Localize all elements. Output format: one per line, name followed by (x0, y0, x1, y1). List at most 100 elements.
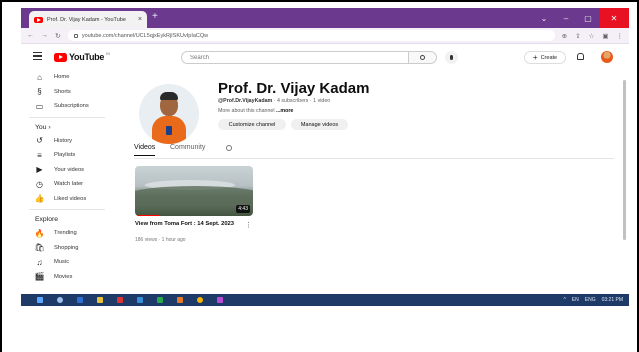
about-more-link[interactable]: ...more (276, 108, 293, 114)
channel-about-text: More about this channel (218, 108, 277, 114)
sidebar-item-shorts[interactable]: § Shorts (21, 85, 113, 100)
customize-channel-button[interactable]: Customize channel (218, 119, 286, 130)
clock[interactable]: 03:21 PM (602, 297, 623, 303)
sidebar-item-label: History (54, 137, 73, 144)
youtube-favicon-icon (34, 16, 43, 23)
watch-progress-bar (135, 214, 159, 216)
sidebar-item-your-videos[interactable]: ▶ Your videos (21, 163, 113, 178)
hamburger-menu-icon[interactable] (33, 52, 42, 62)
youtube-header: YouTube IN + Create (21, 44, 629, 70)
channel-tabs: Videos Community (134, 143, 614, 159)
tab-videos[interactable]: Videos (134, 144, 156, 156)
browser-tab-strip: Prof. Dr. Vijay Kadam - YouTube × + ⌄ – … (21, 8, 629, 28)
powerpoint-icon[interactable] (177, 297, 183, 303)
tab-search-icon[interactable]: ⌄ (533, 8, 555, 28)
page-scrollbar[interactable] (623, 70, 627, 294)
voice-search-button[interactable] (445, 51, 458, 64)
sidebar-item-liked-videos[interactable]: 👍 Liked videos (21, 192, 113, 207)
sidebar-heading-you[interactable]: You › (21, 121, 113, 134)
channel-name: Prof. Dr. Vijay Kadam (218, 80, 370, 97)
word-icon[interactable] (137, 297, 143, 303)
sidebar-item-label: Home (54, 74, 70, 81)
screenshot: Prof. Dr. Vijay Kadam - YouTube × + ⌄ – … (21, 8, 629, 306)
language-indicator[interactable]: EN (572, 297, 579, 303)
sidebar-item-movies[interactable]: 🎬 Movies (21, 270, 113, 285)
sidebar-item-trending[interactable]: 🔥 Trending (21, 226, 113, 241)
system-tray: ^ EN ENG 03:21 PM (563, 296, 623, 304)
sidebar-item-playlists[interactable]: ≡ Playlists (21, 148, 113, 163)
edge-icon[interactable] (77, 297, 83, 303)
browser-toolbar: ⊕ ⇪ ☆ ▣ ⋮ (562, 32, 623, 40)
sidebar-item-label: Music (54, 259, 70, 266)
history-icon: ↺ (36, 136, 43, 146)
video-title[interactable]: View from Toma Fort : 14 Sept. 2023 (135, 221, 235, 228)
search-input[interactable] (190, 54, 408, 61)
notifications-bell-icon[interactable] (577, 53, 584, 60)
home-icon: ⌂ (37, 72, 42, 82)
sidebar-item-label: Trending (54, 230, 77, 237)
file-explorer-icon[interactable] (97, 297, 103, 303)
manage-videos-button[interactable]: Manage videos (291, 119, 348, 130)
close-window-button[interactable]: ✕ (599, 8, 629, 28)
share-icon[interactable]: ⇪ (575, 32, 580, 40)
bookmark-star-icon[interactable]: ☆ (589, 32, 595, 40)
youtube-logo[interactable]: YouTube IN (54, 50, 111, 62)
app-icon[interactable] (217, 297, 223, 303)
search-box[interactable] (181, 51, 409, 64)
sidebar-item-subscriptions[interactable]: ▭ Subscriptions (21, 99, 113, 114)
channel-about[interactable]: More about this channel ...more (218, 108, 293, 114)
reload-icon[interactable]: ↻ (55, 32, 61, 40)
keyboard-layout[interactable]: ENG (585, 297, 596, 303)
account-avatar[interactable] (601, 51, 613, 63)
video-options-icon[interactable]: ⋮ (245, 221, 252, 229)
shorts-icon: § (37, 87, 42, 97)
sidebar-item-label: Shopping (54, 244, 79, 251)
tab-community[interactable]: Community (170, 144, 205, 155)
create-button[interactable]: + Create (524, 51, 566, 64)
url-text: youtube.com/channel/UCL5qjxEykRjISKUvIpI… (81, 32, 209, 39)
sidebar-item-watch-later[interactable]: ◷ Watch later (21, 177, 113, 192)
channel-search-icon[interactable] (226, 145, 232, 151)
sidebar-item-label: Playlists (54, 152, 76, 159)
channel-avatar[interactable] (139, 84, 199, 144)
sidebar-item-label: Subscriptions (54, 103, 89, 110)
minimize-button[interactable]: – (555, 8, 577, 28)
sidebar-item-label: Liked videos (54, 195, 87, 202)
browser-menu-icon[interactable]: ⋮ (617, 32, 624, 40)
chrome-icon[interactable] (197, 297, 203, 303)
sidebar-item-label: Watch later (54, 181, 84, 188)
tab-close-icon[interactable]: × (138, 16, 142, 23)
create-label: Create (540, 54, 558, 61)
tray-expand-icon[interactable]: ^ (563, 297, 565, 303)
search-button[interactable] (409, 51, 437, 64)
search-icon (420, 55, 425, 60)
region-code: IN (106, 50, 111, 56)
forward-icon[interactable]: → (41, 32, 48, 39)
clock-icon: ◷ (36, 179, 43, 189)
new-tab-button[interactable]: + (152, 11, 158, 23)
excel-icon[interactable] (157, 297, 163, 303)
your-videos-icon: ▶ (36, 165, 43, 175)
channel-meta: @Prof.Dr.VijayKadam · 4 subscribers · 1 … (218, 98, 330, 104)
channel-handle: @Prof.Dr.VijayKadam (218, 98, 273, 104)
browser-tab[interactable]: Prof. Dr. Vijay Kadam - YouTube × (29, 11, 147, 28)
scrollbar-thumb[interactable] (623, 80, 626, 240)
zoom-icon[interactable]: ⊕ (562, 32, 567, 40)
video-meta: 186 views · 1 hour ago (135, 237, 186, 243)
search-taskbar-icon[interactable] (57, 297, 63, 303)
start-icon[interactable] (37, 297, 43, 303)
music-icon: ♫ (36, 257, 43, 267)
movies-icon: 🎬 (34, 272, 45, 282)
maximize-button[interactable]: ▢ (577, 8, 599, 28)
acrobat-icon[interactable] (117, 297, 123, 303)
url-field[interactable]: youtube.com/channel/UCL5qjxEykRjISKUvIpI… (67, 30, 555, 41)
sidebar-item-music[interactable]: ♫ Music (21, 255, 113, 270)
sidebar-item-shopping[interactable]: 🛍 Shopping (21, 241, 113, 256)
lock-icon[interactable] (73, 33, 78, 38)
video-thumbnail[interactable]: 4:43 (135, 166, 253, 216)
sidebar-item-history[interactable]: ↺ History (21, 134, 113, 149)
subscriptions-icon: ▭ (35, 101, 44, 111)
sidepanel-icon[interactable]: ▣ (602, 32, 608, 40)
sidebar-item-home[interactable]: ⌂ Home (21, 70, 113, 85)
back-icon[interactable]: ← (27, 32, 34, 39)
